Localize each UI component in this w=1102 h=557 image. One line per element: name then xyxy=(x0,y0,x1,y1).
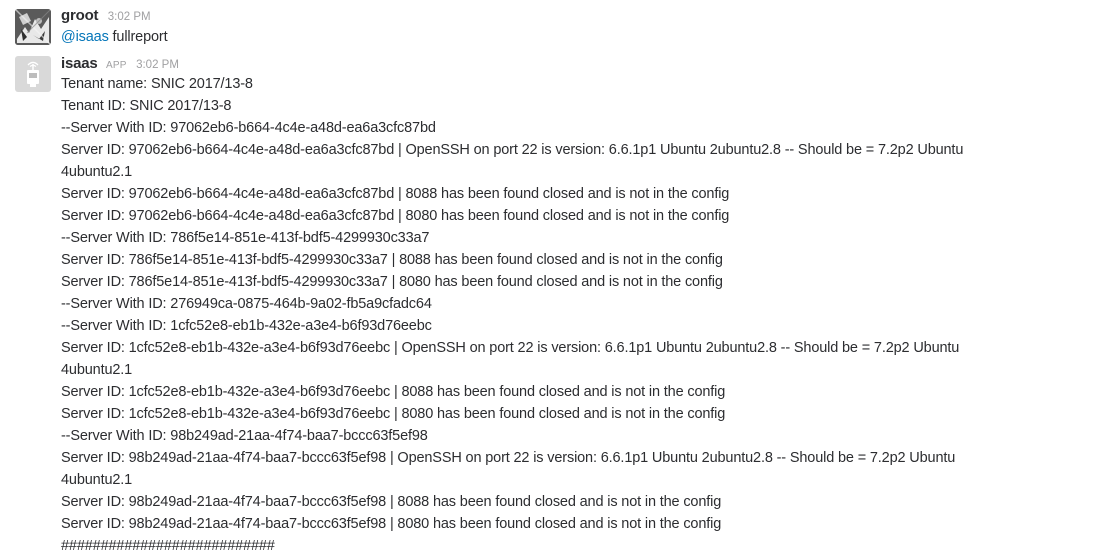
report-line-port: Server ID: 786f5e14-851e-413f-bdf5-42999… xyxy=(61,274,723,290)
avatar-groot[interactable] xyxy=(15,9,51,45)
message-body: @isaas fullreport xyxy=(61,26,1071,48)
groot-avatar-image xyxy=(15,9,51,45)
report-line-openssh: Server ID: 98b249ad-21aa-4f74-baa7-bccc6… xyxy=(61,450,956,488)
report-line-openssh: Server ID: 1cfc52e8-eb1b-432e-a3e4-b6f93… xyxy=(61,340,960,378)
report-line-openssh: Server ID: 97062eb6-b664-4c4e-a48d-ea6a3… xyxy=(61,142,964,180)
report-line-port: Server ID: 97062eb6-b664-4c4e-a48d-ea6a3… xyxy=(61,186,730,202)
report-line-tenant-id: Tenant ID: SNIC 2017/13-8 xyxy=(61,98,232,114)
timestamp[interactable]: 3:02 PM xyxy=(108,11,151,23)
command-text: fullreport xyxy=(108,29,168,45)
timestamp[interactable]: 3:02 PM xyxy=(136,59,179,71)
username[interactable]: groot xyxy=(61,7,99,24)
report-line-port: Server ID: 786f5e14-851e-413f-bdf5-42999… xyxy=(61,252,723,268)
report-line-separator: ########################### xyxy=(61,538,275,554)
username[interactable]: isaas xyxy=(61,55,98,72)
report-line-server-header: --Server With ID: 786f5e14-851e-413f-bdf… xyxy=(61,230,430,246)
app-badge: APP xyxy=(106,60,127,71)
mention-link[interactable]: @isaas xyxy=(61,29,109,45)
report-line-server-header: --Server With ID: 1cfc52e8-eb1b-432e-a3e… xyxy=(61,318,432,334)
report-line-port: Server ID: 98b249ad-21aa-4f74-baa7-bccc6… xyxy=(61,516,722,532)
report-line-port: Server ID: 98b249ad-21aa-4f74-baa7-bccc6… xyxy=(61,494,722,510)
report-line-port: Server ID: 1cfc52e8-eb1b-432e-a3e4-b6f93… xyxy=(61,406,726,422)
message-header: isaas APP 3:02 PM xyxy=(61,55,179,73)
report-body: Tenant name: SNIC 2017/13-8 Tenant ID: S… xyxy=(61,73,1071,557)
report-line-server-header: --Server With ID: 98b249ad-21aa-4f74-baa… xyxy=(61,428,428,444)
report-line-port: Server ID: 97062eb6-b664-4c4e-a48d-ea6a3… xyxy=(61,208,730,224)
report-line-server-header: --Server With ID: 276949ca-0875-464b-9a0… xyxy=(61,296,432,312)
avatar-isaas[interactable] xyxy=(15,56,51,92)
report-line-port: Server ID: 1cfc52e8-eb1b-432e-a3e4-b6f93… xyxy=(61,384,726,400)
bot-icon xyxy=(15,56,51,92)
message-header: groot 3:02 PM xyxy=(61,7,151,25)
report-line-server-header: --Server With ID: 97062eb6-b664-4c4e-a48… xyxy=(61,120,436,136)
message-text: @isaas fullreport xyxy=(61,26,1071,48)
report-line-tenant-name: Tenant name: SNIC 2017/13-8 xyxy=(61,76,253,92)
